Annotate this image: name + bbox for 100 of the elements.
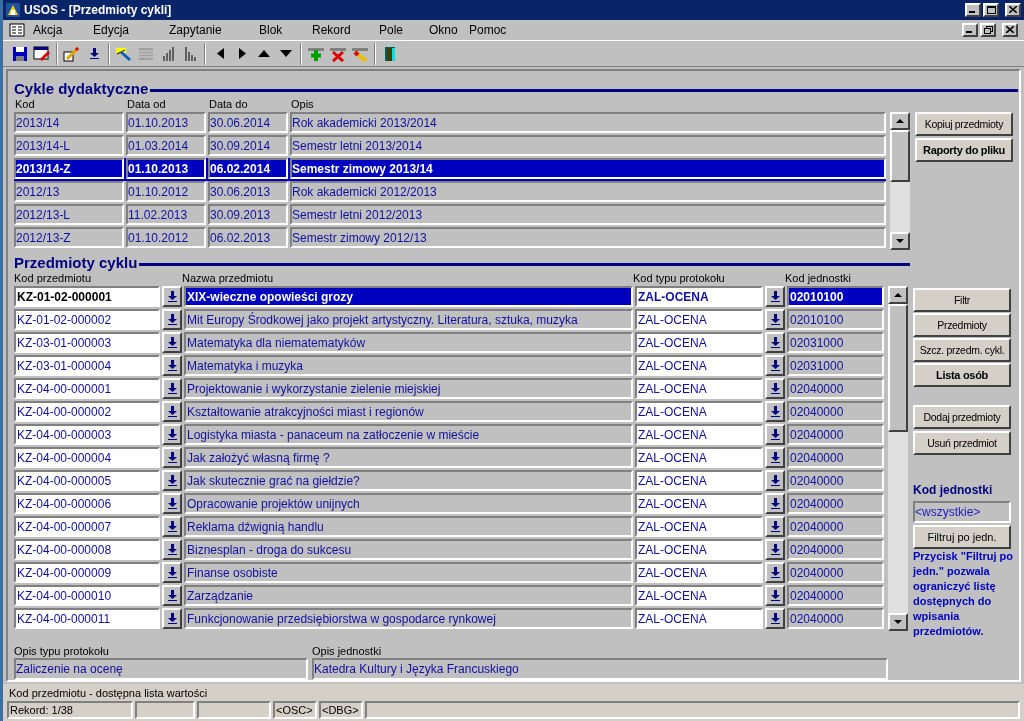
protocol-field[interactable]: ZAL-OCENA <box>635 470 763 492</box>
list-button[interactable] <box>162 401 182 423</box>
code-field[interactable]: KZ-03-01-000004 <box>14 355 160 377</box>
subject-row[interactable]: KZ-04-00-000001 Projektowanie i wykorzystanie zielenie miejskiej ZAL-OCENA 02040000 <box>14 378 884 402</box>
list-button[interactable] <box>765 309 785 331</box>
subject-row[interactable]: KZ-04-00-000005 Jak skutecznie grać na giełdzie? ZAL-OCENA 02040000 <box>14 470 884 494</box>
maximize-button[interactable] <box>983 2 999 17</box>
menu-item[interactable]: Rekord <box>312 20 379 39</box>
scrollbar[interactable] <box>890 112 910 251</box>
cycle-row[interactable]: 2012/13-Z 01.10.2012 06.02.2013 Semestr zimowy 2012/13 <box>14 227 886 251</box>
subject-row[interactable]: KZ-04-00-000010 Zarządzanie ZAL-OCENA 02040000 <box>14 585 884 609</box>
code-field[interactable]: KZ-04-00-000004 <box>14 447 160 469</box>
cycle-row[interactable]: 2013/14 01.10.2013 30.06.2014 Rok akademicki 2013/2014 <box>14 112 886 136</box>
list-button[interactable] <box>765 516 785 538</box>
cycle-row[interactable]: 2013/14-Z 01.10.2013 06.02.2014 Semestr zimowy 2013/14 <box>14 158 886 182</box>
code-field[interactable]: KZ-04-00-000005 <box>14 470 160 492</box>
scrollbar[interactable] <box>888 286 908 632</box>
side-button[interactable]: Kopiuj przedmioty <box>915 112 1013 137</box>
list-button[interactable] <box>162 447 182 469</box>
list-button[interactable] <box>162 309 182 331</box>
menu-item[interactable]: Blok <box>259 20 312 39</box>
list-button[interactable] <box>162 493 182 515</box>
code-field[interactable]: KZ-04-00-000010 <box>14 585 160 607</box>
menu-item[interactable]: Okno <box>429 20 469 39</box>
protocol-field[interactable]: ZAL-OCENA <box>635 539 763 561</box>
side-button[interactable]: Przedmioty <box>913 313 1011 338</box>
code-field[interactable]: KZ-04-00-000006 <box>14 493 160 515</box>
code-field[interactable]: KZ-01-02-000002 <box>14 309 160 331</box>
code-field[interactable]: KZ-04-00-000007 <box>14 516 160 538</box>
subject-row[interactable]: KZ-04-00-000006 Opracowanie projektów unijnych ZAL-OCENA 02040000 <box>14 493 884 517</box>
list-button[interactable] <box>765 378 785 400</box>
close-button[interactable] <box>1002 22 1018 37</box>
list-button[interactable] <box>162 424 182 446</box>
list-button[interactable] <box>162 470 182 492</box>
protocol-field[interactable]: ZAL-OCENA <box>635 447 763 469</box>
list-button[interactable] <box>765 286 785 308</box>
list-button[interactable] <box>162 286 182 308</box>
close-button[interactable] <box>1005 2 1021 17</box>
restore-button[interactable] <box>980 22 996 37</box>
cycle-row[interactable]: 2012/13-L 11.02.2013 30.09.2013 Semestr letni 2012/2013 <box>14 204 886 228</box>
menu-item[interactable]: Akcja <box>33 20 93 39</box>
code-field[interactable]: KZ-04-00-000002 <box>14 401 160 423</box>
list-button[interactable] <box>162 562 182 584</box>
list-button[interactable] <box>765 539 785 561</box>
side-button[interactable]: Lista osób <box>913 363 1011 388</box>
protocol-field[interactable]: ZAL-OCENA <box>635 286 763 308</box>
code-field[interactable]: KZ-04-00-000003 <box>14 424 160 446</box>
protocol-field[interactable]: ZAL-OCENA <box>635 378 763 400</box>
subject-row[interactable]: KZ-04-00-000007 Reklama dźwignią handlu ZAL-OCENA 02040000 <box>14 516 884 540</box>
list-button[interactable] <box>162 608 182 630</box>
protocol-field[interactable]: ZAL-OCENA <box>635 424 763 446</box>
list-button[interactable] <box>765 562 785 584</box>
protocol-field[interactable]: ZAL-OCENA <box>635 493 763 515</box>
unit-filter-field[interactable]: <wszystkie> <box>913 501 1011 524</box>
subject-row[interactable]: KZ-04-00-000002 Kształtowanie atrakcyjności miast i regionów ZAL-OCENA 02040000 <box>14 401 884 425</box>
list-button[interactable] <box>162 332 182 354</box>
filter-button[interactable]: Filtruj po jedn. <box>913 525 1011 550</box>
protocol-field[interactable]: ZAL-OCENA <box>635 585 763 607</box>
code-field[interactable]: KZ-04-00-000001 <box>14 378 160 400</box>
subject-row[interactable]: KZ-04-00-000004 Jak założyć własną firmę ? ZAL-OCENA 02040000 <box>14 447 884 471</box>
subject-row[interactable]: KZ-01-02-000001 XIX-wieczne opowieści grozy ZAL-OCENA 02010100 <box>14 286 884 310</box>
code-field[interactable]: KZ-04-00-000009 <box>14 562 160 584</box>
list-button[interactable] <box>162 378 182 400</box>
list-button[interactable] <box>765 585 785 607</box>
protocol-field[interactable]: ZAL-OCENA <box>635 332 763 354</box>
list-button[interactable] <box>162 585 182 607</box>
side-button[interactable]: Raporty do pliku <box>915 138 1013 163</box>
list-button[interactable] <box>765 608 785 630</box>
menu-item[interactable]: Pomoc <box>469 20 529 39</box>
subject-row[interactable]: KZ-03-01-000004 Matematyka i muzyka ZAL-OCENA 02031000 <box>14 355 884 379</box>
list-button[interactable] <box>162 516 182 538</box>
list-button[interactable] <box>162 539 182 561</box>
cycle-row[interactable]: 2013/14-L 01.03.2014 30.09.2014 Semestr letni 2013/2014 <box>14 135 886 159</box>
side-button[interactable]: Dodaj przedmioty <box>913 405 1011 430</box>
protocol-field[interactable]: ZAL-OCENA <box>635 608 763 630</box>
protocol-field[interactable]: ZAL-OCENA <box>635 309 763 331</box>
protocol-field[interactable]: ZAL-OCENA <box>635 562 763 584</box>
list-button[interactable] <box>765 470 785 492</box>
list-button[interactable] <box>765 332 785 354</box>
list-button[interactable] <box>765 355 785 377</box>
list-button[interactable] <box>162 355 182 377</box>
list-button[interactable] <box>765 447 785 469</box>
subject-row[interactable]: KZ-04-00-000009 Finanse osobiste ZAL-OCENA 02040000 <box>14 562 884 586</box>
side-button[interactable]: Szcz. przedm. cykl. <box>913 338 1011 363</box>
code-field[interactable]: KZ-04-00-000008 <box>14 539 160 561</box>
subject-row[interactable]: KZ-01-02-000002 Mit Europy Środkowej jako projekt artystyczny. Literatura, sztuka, muzyka ZAL-OCENA 02010100 <box>14 309 884 333</box>
menu-item[interactable]: Edycja <box>93 20 169 39</box>
minimize-button[interactable] <box>965 2 981 17</box>
code-field[interactable]: KZ-04-00-000011 <box>14 608 160 630</box>
protocol-field[interactable]: ZAL-OCENA <box>635 355 763 377</box>
code-field[interactable]: KZ-01-02-000001 <box>14 286 160 308</box>
cycle-row[interactable]: 2012/13 01.10.2012 30.06.2013 Rok akademicki 2012/2013 <box>14 181 886 205</box>
code-field[interactable]: KZ-03-01-000003 <box>14 332 160 354</box>
minimize-button[interactable] <box>962 22 978 37</box>
side-button[interactable]: Filtr <box>913 288 1011 313</box>
side-button[interactable]: Usuń przedmiot <box>913 431 1011 456</box>
list-button[interactable] <box>765 493 785 515</box>
subject-row[interactable]: KZ-04-00-000008 Biznesplan - droga do sukcesu ZAL-OCENA 02040000 <box>14 539 884 563</box>
list-button[interactable] <box>765 401 785 423</box>
protocol-field[interactable]: ZAL-OCENA <box>635 401 763 423</box>
